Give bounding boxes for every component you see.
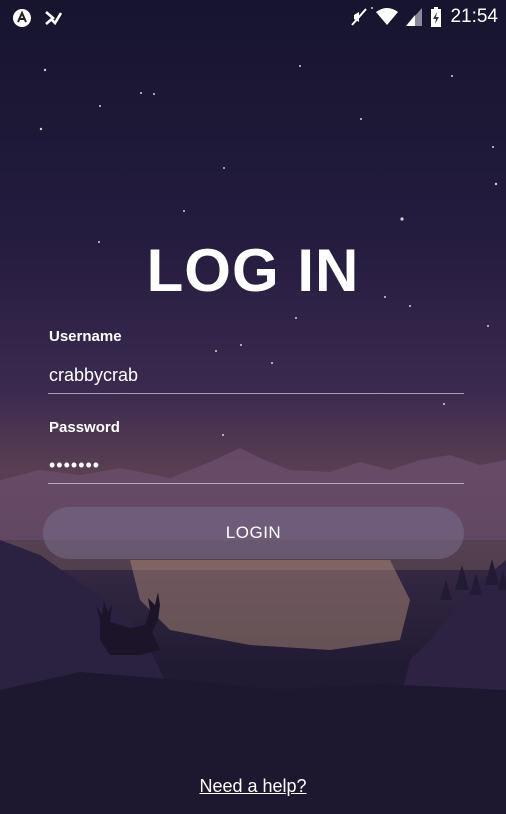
clock: 21:54 bbox=[450, 6, 498, 27]
need-help-link[interactable]: Need a help? bbox=[199, 776, 306, 796]
help-container: Need a help? bbox=[0, 776, 506, 797]
signal-icon bbox=[406, 8, 423, 26]
status-bar: 21:54 bbox=[0, 0, 506, 36]
password-label: Password bbox=[49, 419, 120, 436]
mute-icon bbox=[350, 7, 368, 27]
wifi-icon bbox=[376, 8, 399, 26]
battery-charging-icon bbox=[430, 7, 442, 27]
password-field[interactable] bbox=[48, 448, 464, 484]
username-field[interactable] bbox=[48, 358, 464, 394]
app-check-icon bbox=[44, 9, 62, 27]
page-title: LOG IN bbox=[146, 237, 360, 304]
landscape-illustration bbox=[0, 7, 506, 814]
app-a-icon bbox=[12, 8, 32, 28]
lake bbox=[130, 560, 410, 650]
login-button[interactable]: LOGIN bbox=[43, 507, 464, 559]
username-label: Username bbox=[49, 328, 122, 345]
